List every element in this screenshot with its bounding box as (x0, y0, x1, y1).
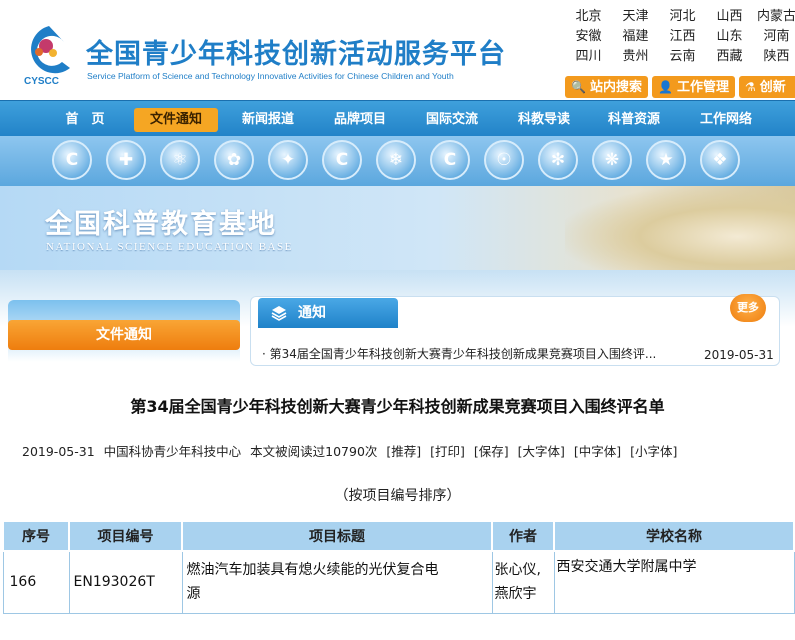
table-row: 166 EN193026T 燃油汽车加装具有熄火续能的光伏复合电 源 张心仪, … (2, 550, 795, 614)
notice-item[interactable]: · 第34届全国青少年科技创新大赛青少年科技创新成果竞赛项目入围终评... 201… (262, 345, 782, 362)
dance-icon[interactable]: ❄ (376, 140, 416, 180)
region-link[interactable]: 西藏 (706, 48, 753, 66)
globe-icon[interactable]: ☉ (484, 140, 524, 180)
cell-title-line: 源 (186, 586, 201, 603)
emblem-icon[interactable]: ❖ (700, 140, 740, 180)
notice-heading-label: 通知 (298, 305, 326, 321)
star-figure-icon[interactable]: ✦ (268, 140, 308, 180)
region-link[interactable]: 河北 (659, 8, 706, 26)
nav-item-international[interactable]: 国际交流 (414, 108, 490, 132)
article-date: 2019-05-31 (22, 444, 95, 459)
site-subtitle: Service Platform of Science and Technolo… (87, 71, 454, 81)
save-link[interactable]: [保存] (474, 444, 509, 459)
region-link[interactable]: 江西 (659, 28, 706, 46)
region-link[interactable]: 陕西 (753, 48, 795, 66)
header-code: 项目编号 (68, 520, 183, 552)
cell-title-line: 燃油汽车加装具有熄火续能的光伏复合电 (186, 562, 439, 579)
large-font-link[interactable]: [大字体] (518, 444, 565, 459)
header-title: 项目标题 (181, 520, 493, 552)
flask-icon: ⚗ (745, 80, 756, 94)
hero-banner: 全国科普教育基地 NATIONAL SCIENCE EDUCATION BASE (0, 186, 795, 270)
work-management-button[interactable]: 👤 工作管理 (652, 76, 735, 98)
cyscc-logo-icon[interactable]: C (430, 140, 470, 180)
region-link[interactable]: 北京 (565, 8, 612, 26)
site-search-button[interactable]: 🔍 站内搜索 (565, 76, 648, 98)
region-link[interactable]: 天津 (612, 8, 659, 26)
site-search-label: 站内搜索 (589, 80, 642, 95)
article-meta: 2019-05-31 中国科协青少年科技中心 本文被阅读过10790次 [推荐]… (22, 441, 682, 460)
notice-item-date: 2019-05-31 (704, 348, 774, 362)
recommend-link[interactable]: [推荐] (386, 444, 421, 459)
medium-font-link[interactable]: [中字体] (574, 444, 621, 459)
region-link[interactable]: 山东 (706, 28, 753, 46)
cyscc-logo-icon[interactable]: CYSCC (20, 22, 78, 86)
logo-text: CYSCC (24, 76, 59, 86)
article-title: 第34届全国青少年科技创新大赛青少年科技创新成果竞赛项目入围终评名单 (130, 397, 665, 416)
header-school: 学校名称 (553, 520, 795, 552)
header-no: 序号 (2, 520, 70, 552)
region-link[interactable]: 山西 (706, 8, 753, 26)
search-icon: 🔍 (571, 80, 586, 94)
nav-item-news[interactable]: 新闻报道 (230, 108, 306, 132)
sidebar-tab-notices[interactable]: 文件通知 (8, 320, 240, 350)
notice-item-title[interactable]: · 第34届全国青少年科技创新大赛青少年科技创新成果竞赛项目入围终评... (262, 345, 692, 362)
region-link[interactable]: 贵州 (612, 48, 659, 66)
calligraphy-icon[interactable]: ✿ (214, 140, 254, 180)
work-management-label: 工作管理 (676, 80, 729, 95)
innovation-label: 创新 (759, 80, 786, 95)
program-icon-strip: C ✚ ⚛ ✿ ✦ C ❄ C ☉ ✻ ❋ ★ ❖ (0, 136, 795, 186)
clinic-icon[interactable]: ✚ (106, 140, 146, 180)
cell-school: 西安交通大学附属中学 (553, 550, 795, 614)
cyscc-logo-icon[interactable]: C (322, 140, 362, 180)
print-link[interactable]: [打印] (430, 444, 465, 459)
nav-item-brand-projects[interactable]: 品牌项目 (322, 108, 398, 132)
nav-item-home[interactable]: 首 页 (50, 108, 120, 132)
site-title[interactable]: 全国青少年科技创新活动服务平台 (86, 32, 506, 71)
cell-author-line: 燕欣宇 (494, 586, 537, 603)
site-header: CYSCC 全国青少年科技创新活动服务平台 Service Platform o… (0, 0, 795, 100)
cell-title: 燃油汽车加装具有熄火续能的光伏复合电 源 (181, 550, 493, 614)
cell-author: 张心仪, 燕欣宇 (491, 550, 555, 614)
region-link[interactable]: 内蒙古 (753, 8, 795, 26)
table-header-row: 序号 项目编号 项目标题 作者 学校名称 (2, 520, 795, 552)
main-nav: 首 页 文件通知 新闻报道 品牌项目 国际交流 科教导读 科普资源 工作网络 (0, 100, 795, 136)
swirl-icon[interactable]: ✻ (538, 140, 578, 180)
nav-item-notices[interactable]: 文件通知 (134, 108, 218, 132)
region-link[interactable]: 河南 (753, 28, 795, 46)
region-link[interactable]: 四川 (565, 48, 612, 66)
user-icon: 👤 (658, 80, 673, 94)
grain-hands-image (565, 186, 795, 270)
region-link[interactable]: 云南 (659, 48, 706, 66)
nav-item-resources[interactable]: 科普资源 (596, 108, 672, 132)
more-button[interactable]: 更多 (730, 294, 766, 322)
region-link[interactable]: 福建 (612, 28, 659, 46)
sort-note: （按项目编号排序） (334, 488, 461, 504)
notice-heading: 通知 (258, 298, 398, 328)
article-views: 本文被阅读过10790次 (250, 444, 378, 459)
innovation-button[interactable]: ⚗ 创新 (739, 76, 795, 98)
header-author: 作者 (491, 520, 555, 552)
star-badge-icon[interactable]: ★ (646, 140, 686, 180)
results-table: 序号 项目编号 项目标题 作者 学校名称 166 EN193026T 燃油汽车加… (2, 520, 795, 614)
region-links: 北京 天津 河北 山西 内蒙古 安徽 福建 江西 山东 河南 四川 贵州 云南 … (565, 8, 795, 66)
banner-subtitle: NATIONAL SCIENCE EDUCATION BASE (46, 241, 293, 253)
atom-icon[interactable]: ⚛ (160, 140, 200, 180)
small-font-link[interactable]: [小字体] (630, 444, 677, 459)
nav-item-reading-guide[interactable]: 科教导读 (506, 108, 582, 132)
nav-item-network[interactable]: 工作网络 (688, 108, 764, 132)
cell-code: EN193026T (68, 550, 183, 614)
layers-icon (271, 306, 287, 321)
cell-no: 166 (2, 550, 70, 614)
cyscc-logo-icon[interactable]: C (52, 140, 92, 180)
banner-title: 全国科普教育基地 (45, 209, 277, 240)
network-icon[interactable]: ❋ (592, 140, 632, 180)
cell-author-line: 张心仪, (494, 562, 541, 579)
region-link[interactable]: 安徽 (565, 28, 612, 46)
article-source: 中国科协青少年科技中心 (103, 444, 242, 459)
